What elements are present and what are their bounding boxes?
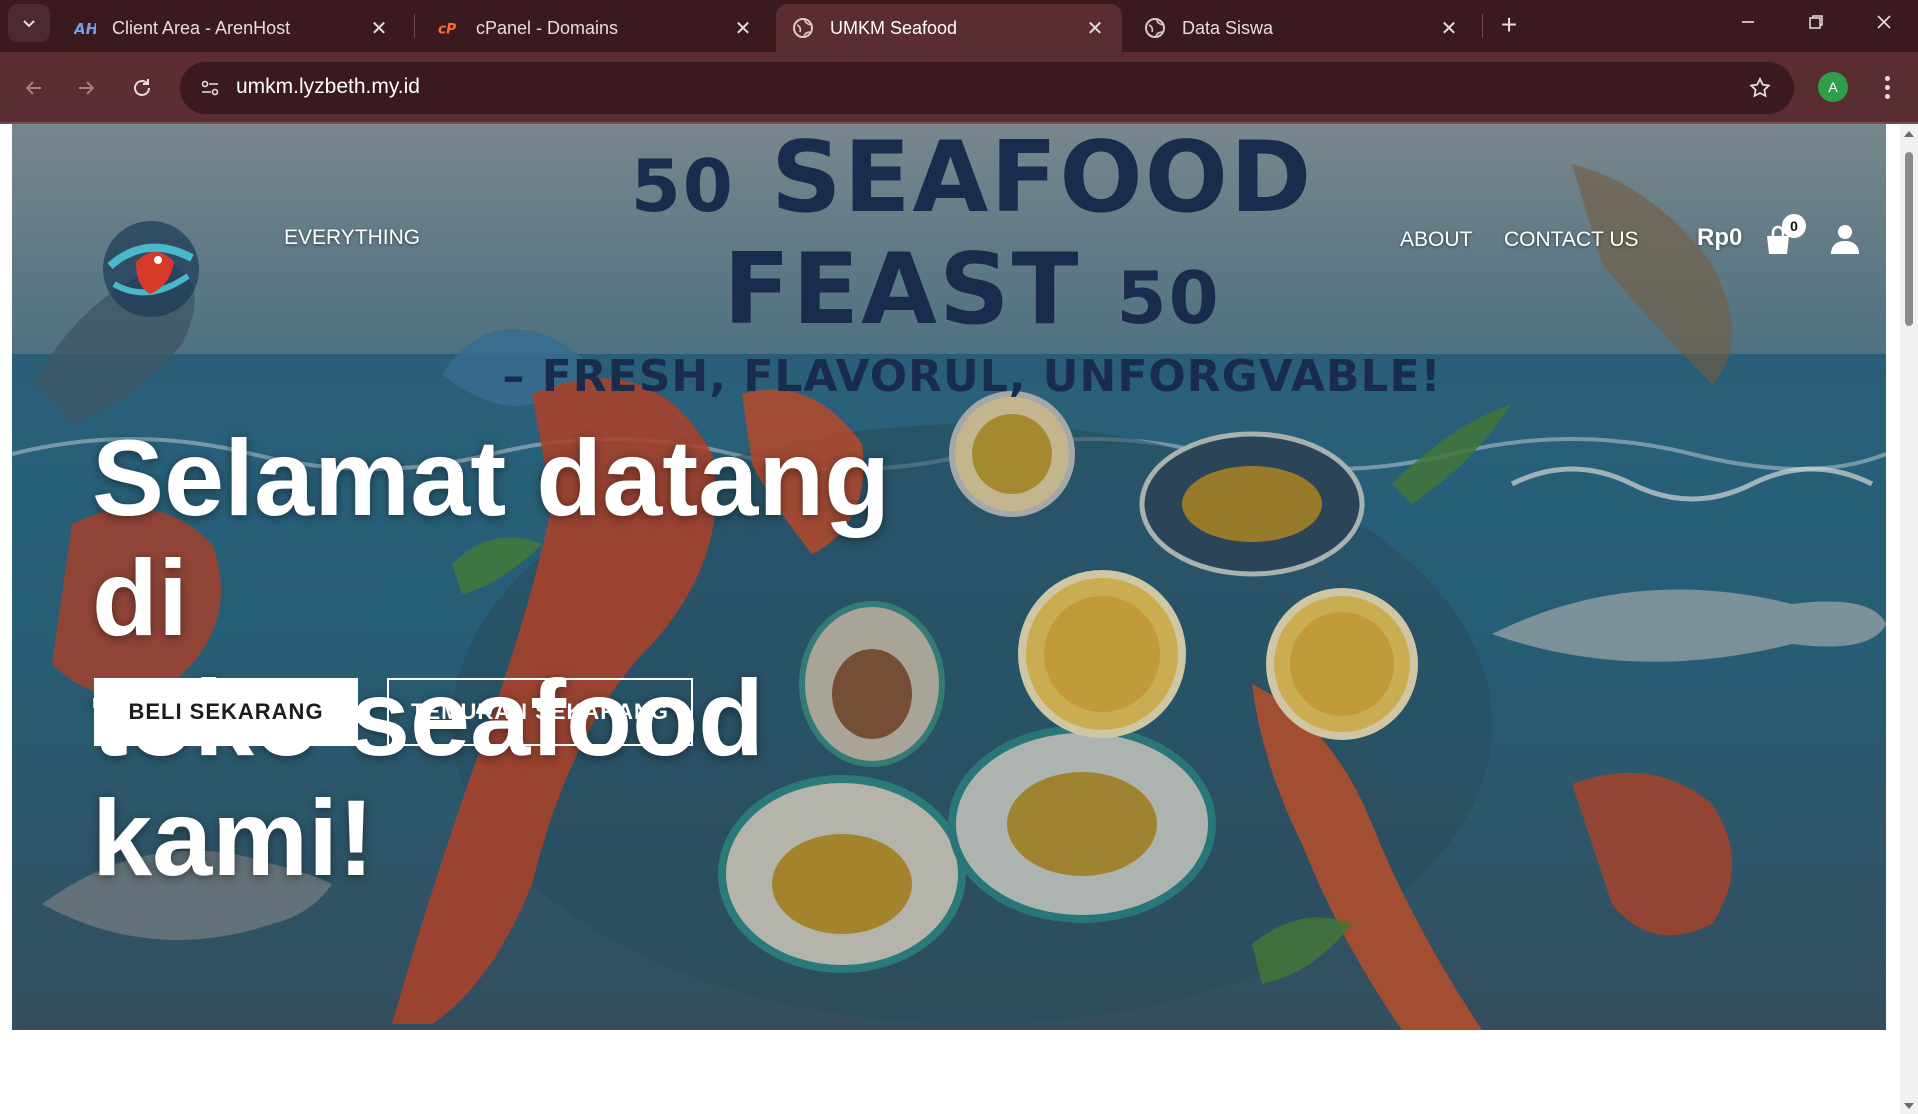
close-icon[interactable]: ✕: [1084, 17, 1106, 40]
nav-everything[interactable]: EVERYTHING: [284, 226, 420, 250]
url-text[interactable]: umkm.lyzbeth.my.id: [236, 75, 420, 99]
close-icon: [1877, 15, 1891, 29]
minimize-button[interactable]: [1714, 0, 1782, 44]
arenhost-icon: AH: [74, 17, 96, 39]
tab-strip: AH Client Area - ArenHost ✕ cP cPanel - …: [0, 0, 1918, 52]
restore-icon: [1809, 15, 1823, 29]
site-info-icon[interactable]: [192, 70, 228, 106]
close-window-button[interactable]: [1850, 0, 1918, 44]
forward-button[interactable]: [66, 68, 106, 108]
cart-count-badge: 0: [1782, 214, 1806, 238]
page-scrollbar[interactable]: [1900, 124, 1918, 1114]
nav-contact-us[interactable]: CONTACT US: [1504, 228, 1639, 252]
tab-title: Data Siswa: [1182, 17, 1274, 38]
globe-icon: [792, 17, 814, 39]
site-logo[interactable]: [96, 214, 206, 324]
tab-umkm-seafood[interactable]: UMKM Seafood ✕: [776, 4, 1122, 52]
tab-client-area[interactable]: AH Client Area - ArenHost ✕: [58, 4, 406, 52]
minimize-icon: [1742, 21, 1754, 23]
scroll-down-arrow-icon[interactable]: [1903, 1100, 1915, 1112]
close-icon[interactable]: ✕: [368, 17, 390, 40]
tab-title: Client Area - ArenHost: [112, 17, 291, 38]
poster-title: 50 SEAFOOD FEAST 50 – FRESH, FLAVORUL, U…: [472, 126, 1472, 404]
page-viewport: 50 SEAFOOD FEAST 50 – FRESH, FLAVORUL, U…: [0, 124, 1918, 1114]
hero-heading-line1: Selamat datang di: [92, 417, 891, 658]
new-tab-button[interactable]: +: [1492, 8, 1526, 42]
restore-button[interactable]: [1782, 0, 1850, 44]
browser-menu-button[interactable]: [1872, 70, 1902, 104]
cart-total[interactable]: Rp0: [1697, 224, 1742, 252]
globe-icon: [1144, 17, 1166, 39]
svg-text:AH: AH: [74, 20, 96, 37]
browser-toolbar: umkm.lyzbeth.my.id A: [0, 52, 1918, 124]
scrollbar-thumb[interactable]: [1905, 152, 1913, 326]
arrow-right-icon: [79, 81, 95, 95]
bookmark-star-icon[interactable]: [1746, 74, 1774, 102]
tab-cpanel[interactable]: cP cPanel - Domains ✕: [422, 4, 770, 52]
tab-separator: [1482, 14, 1483, 38]
reload-button[interactable]: [122, 68, 162, 108]
address-bar[interactable]: umkm.lyzbeth.my.id: [180, 62, 1794, 114]
close-icon[interactable]: ✕: [732, 17, 754, 40]
buy-now-button[interactable]: BELI SEKARANG: [94, 678, 358, 746]
poster-number-left: 50: [630, 144, 735, 228]
tab-title: UMKM Seafood: [830, 17, 958, 38]
poster-headline-row: 50 SEAFOOD FEAST 50: [472, 126, 1472, 350]
svg-text:cP: cP: [438, 22, 456, 38]
arrow-left-icon: [25, 81, 41, 95]
tab-data-siswa[interactable]: Data Siswa ✕: [1128, 4, 1476, 52]
hero-banner: 50 SEAFOOD FEAST 50 – FRESH, FLAVORUL, U…: [12, 124, 1886, 1030]
hero-heading: Selamat datang di toko seafood kami!: [92, 418, 992, 898]
back-button[interactable]: [14, 68, 54, 108]
tab-separator: [414, 14, 415, 38]
profile-avatar[interactable]: A: [1818, 72, 1848, 102]
poster-headline: SEAFOOD FEAST: [723, 124, 1314, 347]
user-account-icon[interactable]: [1828, 222, 1862, 256]
scroll-up-arrow-icon[interactable]: [1903, 128, 1915, 140]
nav-about[interactable]: ABOUT: [1400, 228, 1472, 252]
poster-subline: – FRESH, FLAVORUL, UNFORGVABLE!: [502, 351, 1442, 402]
cpanel-icon: cP: [438, 17, 460, 39]
tab-search-button[interactable]: [8, 4, 50, 42]
reload-icon: [134, 79, 150, 96]
discover-now-button[interactable]: TEMUKAN SEKARANG: [387, 678, 693, 746]
close-icon[interactable]: ✕: [1438, 17, 1460, 40]
chevron-down-icon: [23, 20, 35, 28]
poster-number-right: 50: [1116, 256, 1221, 340]
tab-title: cPanel - Domains: [476, 17, 619, 38]
